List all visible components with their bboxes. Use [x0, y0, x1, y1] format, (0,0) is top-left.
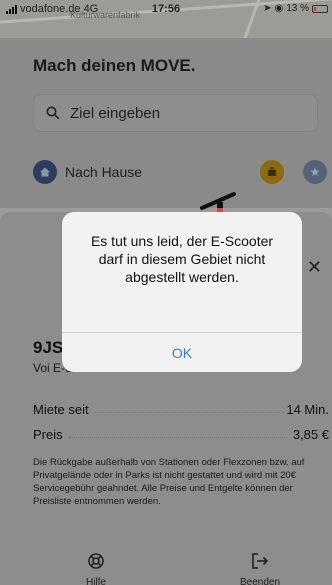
logout-icon	[230, 552, 290, 575]
battery-percent: 13 %	[286, 3, 309, 14]
price-value: 3,85 €	[292, 427, 329, 442]
price-row: Preis 3,85 €	[33, 427, 329, 442]
rental-time-value: 14 Min.	[286, 402, 329, 417]
alert-message: Es tut uns leid, der E-Scooter darf in d…	[90, 233, 274, 285]
alert-dialog: Es tut uns leid, der E-Scooter darf in d…	[62, 212, 302, 372]
rental-time-label: Miete seit	[33, 402, 89, 417]
work-icon[interactable]	[260, 160, 284, 184]
status-bar: vodafone.de 4G 17:56 ➤ ◉ 13 %	[0, 0, 332, 18]
battery-icon	[312, 4, 328, 13]
row-divider	[94, 402, 281, 413]
favorite-star-icon[interactable]: ★	[303, 160, 327, 184]
home-shortcut[interactable]: Nach Hause	[33, 160, 142, 184]
location-arrow-icon: ➤	[263, 3, 272, 14]
destination-search-input[interactable]: Ziel eingeben	[33, 94, 318, 132]
search-card: Mach deinen MOVE. Ziel eingeben Nach Hau…	[0, 38, 332, 208]
page-title: Mach deinen MOVE.	[33, 56, 196, 75]
row-divider	[68, 427, 287, 438]
vehicle-id: 9JS	[33, 338, 64, 357]
return-notice: Die Rückgabe außerhalb von Stationen ode…	[33, 457, 305, 507]
home-icon	[33, 160, 57, 184]
search-icon	[46, 106, 60, 120]
rental-time-row: Miete seit 14 Min.	[33, 402, 329, 417]
help-label: Hilfe	[85, 577, 106, 585]
end-label: Beenden	[239, 577, 281, 585]
home-label: Nach Hause	[65, 164, 143, 180]
close-icon[interactable]: ✕	[307, 257, 322, 278]
lifebuoy-icon	[66, 552, 126, 575]
help-button[interactable]: Hilfe	[66, 552, 126, 585]
price-label: Preis	[33, 427, 63, 442]
ok-button[interactable]: OK	[62, 333, 302, 372]
end-ride-button[interactable]: Beenden	[230, 552, 290, 585]
alarm-icon: ◉	[274, 3, 284, 14]
search-placeholder: Ziel eingeben	[70, 104, 161, 122]
